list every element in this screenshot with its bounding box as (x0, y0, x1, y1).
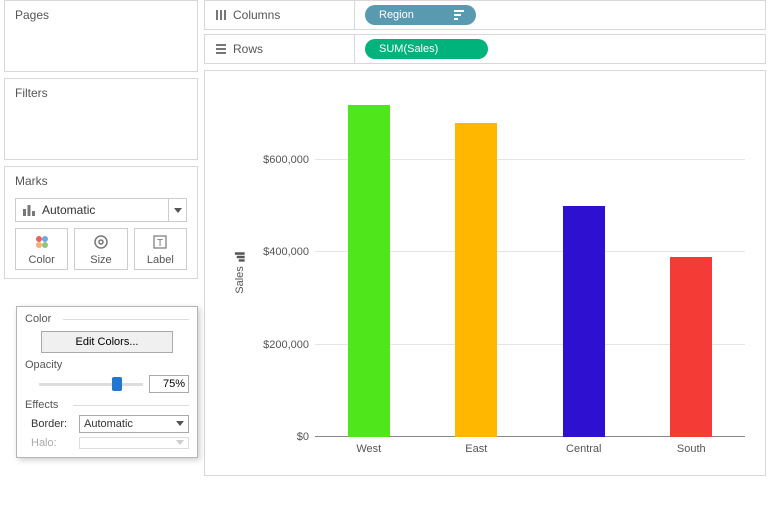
marks-size-label: Size (90, 254, 111, 266)
pages-title: Pages (5, 1, 197, 26)
border-select[interactable]: Automatic (79, 415, 189, 433)
halo-label: Halo: (31, 437, 75, 449)
opacity-input[interactable] (149, 375, 189, 393)
mark-type-label: Automatic (42, 203, 95, 217)
bar-south[interactable] (670, 257, 712, 437)
color-icon (34, 233, 50, 251)
category-label: Central (544, 443, 624, 455)
pill-label: Region (379, 9, 414, 21)
marks-label-label: Label (147, 254, 174, 266)
rows-shelf[interactable]: Rows SUM(Sales) (204, 34, 766, 64)
pill-label: SUM(Sales) (379, 43, 438, 55)
halo-select (79, 437, 189, 449)
chevron-down-icon (176, 440, 184, 446)
chevron-down-icon (174, 208, 182, 213)
size-icon (92, 233, 110, 251)
bar-central[interactable] (563, 206, 605, 437)
label-icon: T (152, 233, 168, 251)
plot-area: $0$200,000$400,000$600,000WestEastCentra… (315, 91, 745, 437)
bar-west[interactable] (348, 105, 390, 437)
pages-panel: Pages (4, 0, 198, 72)
color-section-label: Color (25, 313, 189, 325)
columns-pill-region[interactable]: Region (365, 5, 476, 25)
marks-color-button[interactable]: Color (15, 228, 68, 270)
chevron-down-icon (176, 421, 184, 427)
y-axis-label: Sales (234, 266, 246, 294)
y-tick-label: $400,000 (245, 246, 315, 258)
edit-colors-button[interactable]: Edit Colors... (41, 331, 173, 353)
columns-label: Columns (233, 8, 280, 22)
opacity-slider[interactable] (39, 376, 143, 392)
filters-title: Filters (5, 79, 197, 104)
mark-type-caret[interactable] (168, 199, 186, 221)
svg-text:T: T (157, 238, 163, 249)
marks-title: Marks (5, 167, 197, 192)
category-label: West (329, 443, 409, 455)
opacity-section-label: Opacity (25, 359, 189, 371)
marks-label-button[interactable]: T Label (134, 228, 187, 270)
color-popup: Color Edit Colors... Opacity Effects Bor… (16, 306, 198, 458)
filters-panel: Filters (4, 78, 198, 160)
columns-icon (215, 9, 227, 21)
sort-icon (454, 10, 466, 20)
border-label: Border: (31, 418, 75, 430)
y-tick-label: $0 (245, 431, 315, 443)
sort-desc-icon (235, 252, 245, 262)
y-tick-label: $600,000 (245, 154, 315, 166)
marks-panel: Marks Automatic (4, 166, 198, 279)
effects-section-label: Effects (25, 399, 189, 411)
border-value: Automatic (84, 418, 133, 430)
columns-shelf[interactable]: Columns Region (204, 0, 766, 30)
rows-label: Rows (233, 42, 263, 56)
y-axis-title[interactable]: Sales (234, 252, 246, 294)
automatic-mark-icon (22, 203, 36, 217)
marks-color-label: Color (29, 254, 55, 266)
opacity-slider-thumb[interactable] (112, 377, 122, 391)
bar-east[interactable] (455, 123, 497, 437)
mark-type-dropdown[interactable]: Automatic (15, 198, 187, 222)
y-tick-label: $200,000 (245, 339, 315, 351)
category-label: East (436, 443, 516, 455)
rows-icon (215, 43, 227, 55)
chart-viewport: Sales $0$200,000$400,000$600,000WestEast… (204, 70, 766, 476)
category-label: South (651, 443, 731, 455)
marks-size-button[interactable]: Size (74, 228, 127, 270)
rows-pill-sales[interactable]: SUM(Sales) (365, 39, 488, 59)
